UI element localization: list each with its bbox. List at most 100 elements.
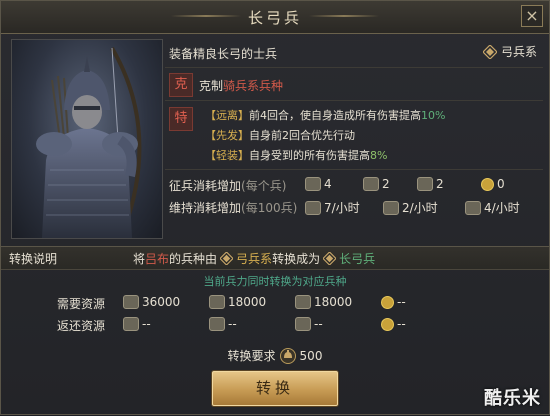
counter-text: 克制骑兵系兵种 xyxy=(199,77,283,94)
iron-icon xyxy=(383,201,399,215)
counter-prefix: 克制 xyxy=(199,79,224,93)
trait-value: 10% xyxy=(421,109,446,122)
gold-icon xyxy=(381,296,394,309)
traits-badge: 特 xyxy=(169,107,193,131)
title-bar: 长弓兵 × xyxy=(1,1,549,34)
resource-value: -- xyxy=(397,317,406,331)
unit-description: 装备精良长弓的士兵 xyxy=(169,47,278,61)
trait-tag: 【轻装】 xyxy=(205,149,249,162)
divider xyxy=(165,67,543,68)
title-ornament-right xyxy=(309,15,379,17)
conversion-requirement: 转换要求 500 xyxy=(1,347,549,364)
resource-value: 36000 xyxy=(142,295,181,309)
iron-icon xyxy=(209,317,225,331)
need-resources-label: 需要资源 xyxy=(57,297,106,311)
convert-button[interactable]: 转换 xyxy=(212,371,338,406)
recruit-wood: 4 xyxy=(305,177,332,191)
resource-value: 18000 xyxy=(228,295,267,309)
trait-text: 自身受到的所有伤害提高 xyxy=(249,149,370,162)
requirement-label: 转换要求 xyxy=(227,349,276,363)
upkeep-cost-label: 维持消耗增加(每100兵) xyxy=(169,199,297,216)
trait-tag: 【先发】 xyxy=(205,129,249,142)
trait-text: 前4回合，使自身造成所有伤害提高 xyxy=(249,109,421,122)
wood-icon xyxy=(123,317,139,331)
need-wood: 36000 xyxy=(123,295,180,309)
need-grain: 18000 xyxy=(295,295,352,309)
grain-icon xyxy=(295,317,311,331)
return-gold: -- xyxy=(381,317,406,331)
grain-icon xyxy=(417,177,433,191)
return-wood: -- xyxy=(123,317,151,331)
resource-value: 7/小时 xyxy=(324,201,360,215)
trait-item: 【先发】自身前2回合优先行动 xyxy=(205,127,355,143)
grain-icon xyxy=(295,295,311,309)
recruit-cost-title: 征兵消耗增加 xyxy=(169,179,242,193)
upkeep-cost-title: 维持消耗增加 xyxy=(169,201,242,215)
upkeep-wood: 7/小时 xyxy=(305,199,360,216)
conversion-header: 转换说明 将吕布的兵种由 弓兵系转换成为 长弓兵 xyxy=(1,246,549,270)
resource-value: 4 xyxy=(324,177,332,191)
conversion-text-prefix: 将 xyxy=(133,252,146,266)
iron-icon xyxy=(209,295,225,309)
trait-value: 8% xyxy=(370,149,388,162)
recruit-iron: 2 xyxy=(363,177,390,191)
conversion-text-middle: 的兵种由 xyxy=(169,252,218,266)
resource-value: -- xyxy=(314,317,323,331)
resource-value: -- xyxy=(397,295,406,309)
gold-icon xyxy=(481,178,494,191)
conversion-body: 当前兵力同时转换为对应兵种 需要资源 36000 18000 18000 -- … xyxy=(1,269,549,416)
diamond-icon xyxy=(220,252,234,265)
resource-value: 4/小时 xyxy=(484,201,520,215)
conversion-note: 当前兵力同时转换为对应兵种 xyxy=(203,275,347,288)
resource-value: 2/小时 xyxy=(402,201,438,215)
resource-value: -- xyxy=(228,317,237,331)
recruit-gold: 0 xyxy=(481,177,505,191)
dialog-title: 长弓兵 xyxy=(247,9,302,27)
from-type: 弓兵系 xyxy=(236,252,273,266)
need-iron: 18000 xyxy=(209,295,266,309)
diamond-icon xyxy=(482,45,497,59)
wood-icon xyxy=(123,295,139,309)
unit-type-tag: 弓兵系 xyxy=(482,43,537,60)
trait-item: 【轻装】自身受到的所有伤害提高8% xyxy=(205,147,387,163)
recruit-cost-label: 征兵消耗增加(每个兵) xyxy=(169,177,286,194)
trait-tag: 【远离】 xyxy=(205,109,249,122)
diamond-icon xyxy=(323,252,337,265)
return-grain: -- xyxy=(295,317,323,331)
resource-value: -- xyxy=(142,317,151,331)
divider xyxy=(165,169,543,170)
trait-text: 自身前2回合优先行动 xyxy=(249,129,355,142)
helmet-icon xyxy=(279,348,296,364)
unit-type-label: 弓兵系 xyxy=(500,45,537,59)
resource-value: 18000 xyxy=(314,295,353,309)
requirement-value: 500 xyxy=(299,349,323,363)
upkeep-grain: 4/小时 xyxy=(465,199,520,216)
archer-portrait-image xyxy=(36,46,142,238)
resource-value: 0 xyxy=(497,177,505,191)
iron-icon xyxy=(363,177,379,191)
conversion-title: 转换说明 xyxy=(9,252,58,266)
unit-portrait xyxy=(11,39,163,239)
conversion-text-to: 转换成为 xyxy=(272,252,321,266)
wood-icon xyxy=(305,177,321,191)
resource-value: 2 xyxy=(436,177,444,191)
recruit-grain: 2 xyxy=(417,177,444,191)
recruit-cost-sub: (每个兵) xyxy=(241,179,287,193)
conversion-text: 将吕布的兵种由 弓兵系转换成为 长弓兵 xyxy=(133,250,375,267)
trait-item: 【远离】前4回合，使自身造成所有伤害提高10% xyxy=(205,107,445,123)
return-resources-label: 返还资源 xyxy=(57,319,106,333)
grain-icon xyxy=(465,201,481,215)
upkeep-iron: 2/小时 xyxy=(383,199,438,216)
return-iron: -- xyxy=(209,317,237,331)
close-button[interactable]: × xyxy=(521,5,543,27)
divider xyxy=(165,100,543,101)
unit-info-panel: 装备精良长弓的士兵 弓兵系 克 克制骑兵系兵种 特 【远离】前4回合，使自身造成… xyxy=(165,39,543,239)
hero-name: 吕布 xyxy=(145,252,170,266)
upkeep-cost-sub: (每100兵) xyxy=(241,201,298,215)
counter-target: 骑兵系兵种 xyxy=(223,79,284,93)
resource-value: 2 xyxy=(382,177,390,191)
to-type: 长弓兵 xyxy=(339,252,376,266)
need-gold: -- xyxy=(381,295,406,309)
gold-icon xyxy=(381,318,394,331)
watermark-logo: 酷乐米 xyxy=(484,388,541,409)
